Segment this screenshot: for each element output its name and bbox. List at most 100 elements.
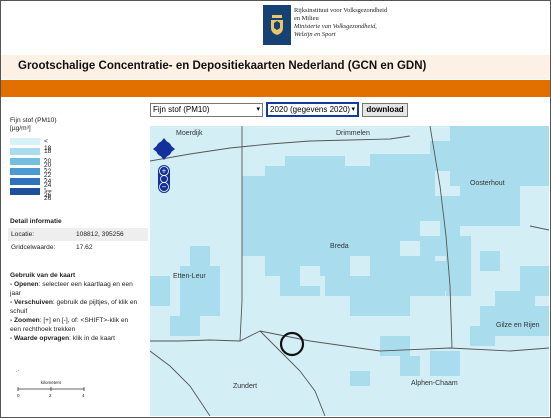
low-cell	[350, 256, 370, 276]
boundary-line	[239, 126, 243, 342]
scale-bar: .· kilometers 0 2 4	[16, 368, 86, 399]
detail-table: Locatie: 108812, 395256 Gridcelwaarde: 1…	[8, 228, 148, 254]
legend-swatch	[10, 178, 40, 185]
concentration-cell	[170, 316, 200, 336]
map-controls: Fijn stof (PM10) ▾ 2020 (gegevens 2020) …	[150, 102, 550, 120]
boundary-line	[529, 225, 549, 231]
legend-swatch	[10, 138, 40, 145]
org-line2: en Milieu	[294, 15, 319, 22]
year-select[interactable]: 2020 (gegevens 2020) ▾	[266, 102, 359, 117]
scale-tick-0: 0	[17, 393, 20, 398]
scale-tick-2: 2	[49, 393, 52, 398]
low-cell	[400, 241, 420, 256]
page-title: Grootschalige Concentratie- en Depositie…	[18, 60, 427, 72]
map-svg[interactable]: Moerdijk Drimmelen Oosterhout Breda Etten-Le…	[150, 126, 549, 416]
concentration-cell	[285, 156, 345, 176]
usage-item-key: - Waarde opvragen	[10, 335, 70, 342]
zoom-control: + −	[158, 165, 170, 193]
org-line1: Rijksinstituut voor Volksgezondheid	[294, 7, 388, 14]
concentration-cell	[150, 276, 170, 306]
scale-dot: .·	[16, 368, 20, 374]
concentration-cell	[380, 336, 410, 356]
concentration-cell	[460, 186, 520, 226]
scale-line	[17, 387, 85, 391]
detail-row-grid: Gridcelwaarde: 17.62	[8, 241, 148, 254]
grid-value: 17.62	[76, 244, 93, 251]
concentration-cell	[242, 176, 267, 256]
boundary-line	[150, 350, 211, 416]
pan-control[interactable]	[153, 138, 175, 160]
download-button[interactable]: download	[362, 103, 408, 117]
boundary-line	[150, 330, 261, 342]
component-select[interactable]: Fijn stof (PM10) ▾	[150, 103, 263, 117]
concentration-cell	[520, 266, 549, 296]
legend-swatch	[10, 158, 40, 165]
minus-icon: −	[162, 183, 167, 192]
usage-item: - Openen: selecteer een kaartlaag en een…	[10, 280, 140, 298]
town-label: Moerdijk	[176, 130, 203, 137]
usage-item: - Verschuiven: gebruik de pijltjes, of k…	[10, 298, 140, 316]
low-cell	[420, 221, 440, 236]
usage-item-key: - Zoomen	[10, 317, 40, 324]
detail-heading: Detail informatie	[10, 218, 62, 225]
concentration-cell	[470, 326, 495, 346]
boundary-line	[259, 330, 326, 416]
legend-label: >= 26	[44, 188, 52, 202]
legend-swatch	[10, 148, 40, 155]
concentration-cell	[450, 126, 549, 186]
usage-item-key: - Verschuiven	[10, 299, 53, 306]
town-label: Zundert	[233, 383, 257, 390]
legend-title: Fijn stof (PM10) [µg/m³]	[10, 117, 57, 133]
orange-band	[1, 80, 550, 97]
component-select-value: Fijn stof (PM10)	[153, 105, 210, 114]
concentration-cell	[350, 296, 410, 316]
ministry-line2: Welzijn en Sport	[294, 31, 336, 38]
title-bar: Grootschalige Concentratie- en Depositie…	[1, 55, 550, 79]
town-label: Oosterhout	[470, 180, 505, 187]
scale-label: kilometers	[40, 380, 62, 385]
plus-icon: +	[162, 167, 167, 176]
scale-ticks: 0 2 4	[16, 393, 86, 399]
legend-title-line1: Fijn stof (PM10)	[10, 117, 57, 124]
usage-item: - Zoomen: [+] en [-], of: <SHIFT>-klik e…	[10, 316, 140, 334]
year-select-value: 2020 (gegevens 2020)	[270, 105, 351, 114]
org-name: Rijksinstituut voor Volksgezondheid en M…	[294, 7, 387, 39]
grid-label: Gridcelwaarde:	[11, 244, 56, 251]
legend-swatch	[10, 188, 40, 195]
concentration-cell	[190, 246, 210, 266]
concentration-cell	[420, 261, 450, 291]
legend-title-line2: [µg/m³]	[10, 125, 31, 132]
town-label: Gilze en Rijen	[496, 322, 540, 329]
location-value: 108812, 395256	[76, 231, 124, 238]
sidebar: Fijn stof (PM10) [µg/m³] < 18 18 - 20 20 -…	[1, 97, 149, 417]
usage-instructions: Gebruik van de kaart - Openen: selecteer…	[10, 271, 140, 343]
crest-icon	[271, 15, 283, 35]
query-marker	[279, 331, 305, 357]
rivm-logo	[263, 5, 291, 45]
location-label: Locatie:	[11, 231, 35, 238]
chevron-down-icon: ▾	[256, 106, 260, 113]
concentration-cell	[270, 226, 300, 266]
legend-swatch	[10, 168, 40, 175]
scale-tick-4: 4	[82, 393, 85, 398]
low-cell	[300, 266, 320, 286]
usage-item: - Waarde opvragen: klik in de kaart	[10, 334, 140, 343]
ministry-line1: Ministerie van Volksgezondheid,	[294, 23, 377, 30]
town-label: Breda	[330, 243, 349, 250]
town-label: Drimmelen	[336, 130, 370, 137]
concentration-cell	[350, 371, 370, 386]
concentration-cell	[430, 351, 460, 376]
usage-item-text: : klik in de kaart	[69, 335, 115, 342]
town-label: Alphen-Chaam	[411, 380, 458, 387]
header: Rijksinstituut voor Volksgezondheid en M…	[1, 1, 550, 55]
usage-item-key: - Openen	[10, 281, 39, 288]
detail-row-location: Locatie: 108812, 395256	[8, 228, 148, 241]
concentration-cell	[480, 251, 500, 271]
usage-list: - Openen: selecteer een kaartlaag en een…	[10, 280, 140, 343]
chevron-down-icon: ▾	[351, 106, 355, 113]
usage-heading: Gebruik van de kaart	[10, 272, 76, 279]
concentration-cell	[370, 154, 430, 174]
concentration-cell	[400, 356, 420, 376]
map-canvas[interactable]: Moerdijk Drimmelen Oosterhout Breda Etten-Le…	[150, 126, 549, 416]
pan-circle[interactable]	[156, 141, 172, 157]
